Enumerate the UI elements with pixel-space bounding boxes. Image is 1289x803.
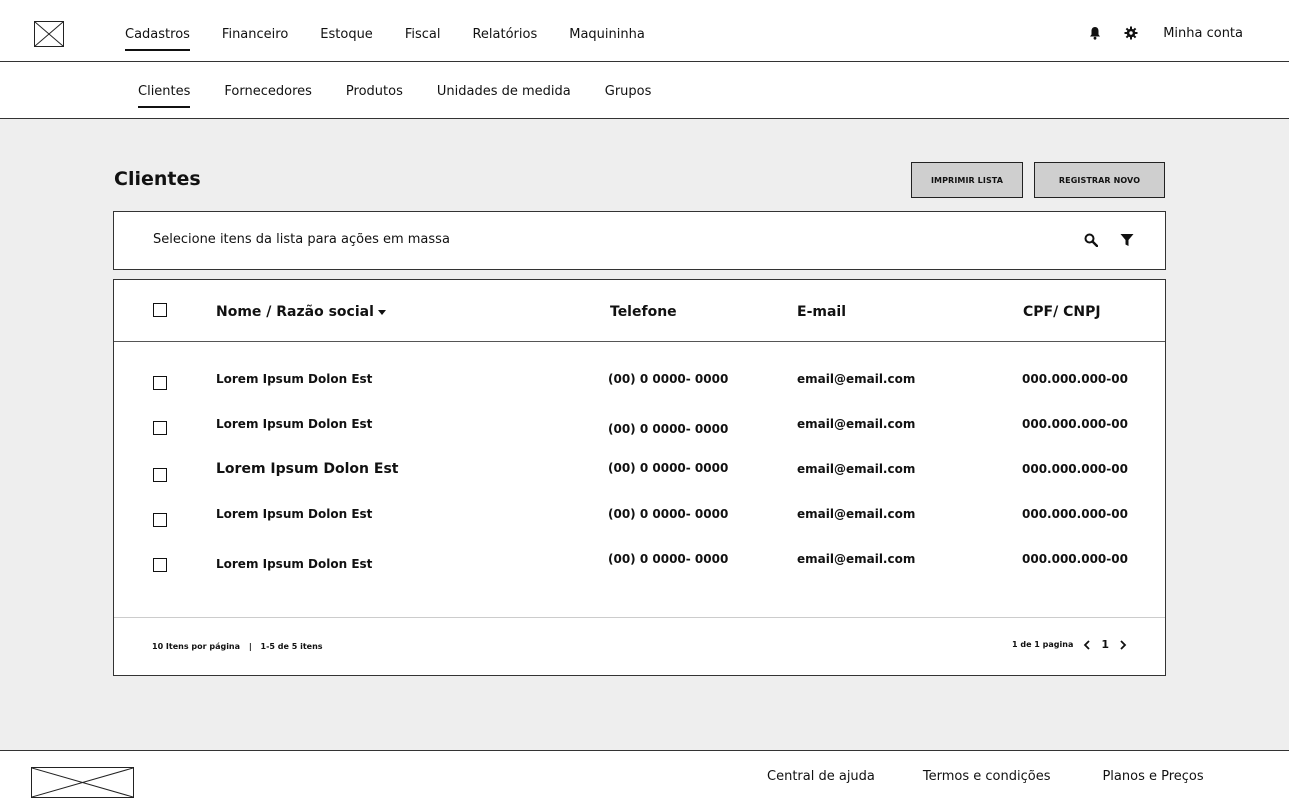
- tab-clientes[interactable]: Clientes: [138, 84, 191, 108]
- menu-item-maquininha[interactable]: Maquininha: [569, 27, 645, 42]
- cell-cpf-cnpj: 000.000.000-00: [1022, 507, 1128, 521]
- cell-email: email@email.com: [797, 417, 916, 431]
- cell-cpf-cnpj: 000.000.000-00: [1022, 372, 1128, 386]
- cell-name: Lorem Ipsum Dolon Est: [216, 417, 373, 431]
- column-header-phone: Telefone: [610, 304, 677, 320]
- cell-email: email@email.com: [797, 462, 916, 476]
- main-menu: Cadastros Financeiro Estoque Fiscal Rela…: [125, 27, 677, 51]
- chevron-left-icon[interactable]: [1083, 639, 1091, 650]
- column-header-name[interactable]: Nome / Razão social: [216, 304, 386, 320]
- pagination-summary: 10 Itens por página | 1-5 de 5 itens: [152, 642, 323, 651]
- table-row[interactable]: Lorem Ipsum Dolon Est (00) 0 0000- 0000 …: [114, 363, 1165, 408]
- table-row[interactable]: Lorem Ipsum Dolon Est (00) 0 0000- 0000 …: [114, 453, 1165, 498]
- page-title: Clientes: [114, 168, 201, 190]
- gear-icon[interactable]: [1123, 25, 1139, 41]
- row-checkbox[interactable]: [153, 376, 167, 390]
- footer-logo-placeholder: [31, 767, 134, 798]
- footer-link-terms[interactable]: Termos e condições: [923, 769, 1051, 784]
- tab-unidades-de-medida[interactable]: Unidades de medida: [437, 84, 571, 99]
- cell-phone: (00) 0 0000- 0000: [608, 461, 729, 475]
- bulk-actions-bar: Selecione itens da lista para ações em m…: [113, 211, 1166, 270]
- cell-cpf-cnpj: 000.000.000-00: [1022, 417, 1128, 431]
- table-row[interactable]: Lorem Ipsum Dolon Est (00) 0 0000- 0000 …: [114, 498, 1165, 543]
- cell-phone: (00) 0 0000- 0000: [608, 372, 729, 386]
- footer-links: Central de ajuda Termos e condições Plan…: [767, 769, 1204, 784]
- page-footer: Central de ajuda Termos e condições Plan…: [0, 750, 1289, 803]
- column-header-name-label: Nome / Razão social: [216, 304, 374, 320]
- tab-grupos[interactable]: Grupos: [605, 84, 652, 99]
- table-pagination: 10 Itens por página | 1-5 de 5 itens 1 d…: [114, 617, 1165, 676]
- page-info: 1 de 1 pagina: [1012, 640, 1074, 649]
- cell-phone: (00) 0 0000- 0000: [608, 507, 729, 521]
- table-header: Nome / Razão social Telefone E-mail CPF/…: [114, 280, 1165, 342]
- cell-phone: (00) 0 0000- 0000: [608, 552, 729, 566]
- cell-name: Lorem Ipsum Dolon Est: [216, 461, 399, 477]
- tab-fornecedores[interactable]: Fornecedores: [224, 84, 312, 99]
- filter-icon[interactable]: [1119, 232, 1135, 248]
- row-checkbox[interactable]: [153, 468, 167, 482]
- cell-name: Lorem Ipsum Dolon Est: [216, 557, 373, 571]
- sub-navigation-bar: Clientes Fornecedores Produtos Unidades …: [0, 62, 1289, 119]
- cell-name: Lorem Ipsum Dolon Est: [216, 507, 373, 521]
- column-header-cpf-cnpj: CPF/ CNPJ: [1023, 304, 1101, 320]
- table-row[interactable]: Lorem Ipsum Dolon Est (00) 0 0000- 0000 …: [114, 543, 1165, 588]
- main-content: Clientes IMPRIMIR LISTA REGISTRAR NOVO S…: [0, 119, 1289, 750]
- menu-item-estoque[interactable]: Estoque: [320, 27, 373, 42]
- account-area: Minha conta: [1087, 25, 1243, 41]
- pagination-controls: 1 de 1 pagina 1: [1012, 638, 1127, 651]
- top-navigation-bar: Cadastros Financeiro Estoque Fiscal Rela…: [0, 0, 1289, 62]
- cell-cpf-cnpj: 000.000.000-00: [1022, 552, 1128, 566]
- pagination-separator: |: [248, 642, 252, 651]
- select-all-checkbox[interactable]: [153, 303, 167, 317]
- bulk-tools: [1083, 232, 1135, 248]
- cell-cpf-cnpj: 000.000.000-00: [1022, 462, 1128, 476]
- clients-table: Nome / Razão social Telefone E-mail CPF/…: [113, 279, 1166, 676]
- row-checkbox[interactable]: [153, 513, 167, 527]
- footer-link-help-center[interactable]: Central de ajuda: [767, 769, 875, 784]
- cell-name: Lorem Ipsum Dolon Est: [216, 372, 373, 386]
- tab-produtos[interactable]: Produtos: [346, 84, 403, 99]
- column-header-email: E-mail: [797, 304, 847, 320]
- menu-item-relatorios[interactable]: Relatórios: [472, 27, 537, 42]
- sort-down-icon: [377, 309, 386, 315]
- bulk-actions-hint: Selecione itens da lista para ações em m…: [153, 232, 450, 247]
- sub-menu: Clientes Fornecedores Produtos Unidades …: [138, 84, 685, 108]
- current-page-number[interactable]: 1: [1101, 638, 1109, 651]
- footer-link-plans-pricing[interactable]: Planos e Preços: [1102, 769, 1203, 784]
- bell-icon[interactable]: [1087, 25, 1103, 41]
- row-checkbox[interactable]: [153, 558, 167, 572]
- menu-item-fiscal[interactable]: Fiscal: [405, 27, 441, 42]
- chevron-right-icon[interactable]: [1119, 639, 1127, 650]
- search-icon[interactable]: [1083, 232, 1099, 248]
- menu-item-cadastros[interactable]: Cadastros: [125, 27, 190, 51]
- row-checkbox[interactable]: [153, 421, 167, 435]
- logo-placeholder[interactable]: [34, 21, 64, 47]
- cell-phone: (00) 0 0000- 0000: [608, 422, 729, 436]
- item-range: 1-5 de 5 itens: [260, 642, 323, 651]
- table-row[interactable]: Lorem Ipsum Dolon Est (00) 0 0000- 0000 …: [114, 408, 1165, 453]
- cell-email: email@email.com: [797, 552, 916, 566]
- cell-email: email@email.com: [797, 507, 916, 521]
- cell-email: email@email.com: [797, 372, 916, 386]
- print-list-button[interactable]: IMPRIMIR LISTA: [911, 162, 1023, 198]
- items-per-page-selector[interactable]: 10 Itens por página: [152, 642, 240, 651]
- my-account-link[interactable]: Minha conta: [1163, 26, 1243, 41]
- register-new-button[interactable]: REGISTRAR NOVO: [1034, 162, 1165, 198]
- menu-item-financeiro[interactable]: Financeiro: [222, 27, 288, 42]
